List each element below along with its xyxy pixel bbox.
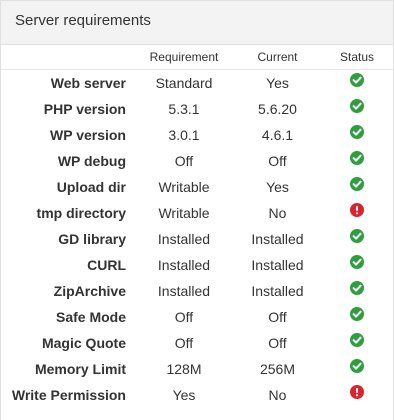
exclamation-circle-icon bbox=[350, 385, 364, 400]
status-cell bbox=[319, 70, 394, 97]
table-row: WP debug Off Off bbox=[1, 148, 394, 174]
status-cell bbox=[319, 382, 394, 408]
status-cell bbox=[319, 200, 394, 226]
current-value: Off bbox=[268, 335, 287, 351]
check-circle-icon bbox=[350, 151, 364, 166]
panel-title: Server requirements bbox=[1, 0, 393, 45]
table-row: tmp directory Writable No bbox=[1, 200, 394, 226]
requirement-value: Off bbox=[174, 309, 194, 325]
current-value: Yes bbox=[266, 75, 289, 91]
status-cell bbox=[319, 356, 394, 382]
requirements-table: Requirement Current Status Web server Sta… bbox=[1, 45, 394, 408]
check-circle-icon bbox=[350, 359, 364, 374]
row-label: tmp directory bbox=[36, 205, 126, 221]
requirements-rows: Web server Standard Yes PHP version 5.3.1 5.6… bbox=[1, 70, 394, 409]
current-value: Installed bbox=[251, 283, 304, 299]
requirement-value: Installed bbox=[157, 283, 211, 299]
status-cell bbox=[319, 304, 394, 330]
check-circle-icon bbox=[350, 281, 364, 296]
check-circle-icon bbox=[350, 229, 364, 244]
current-value: 5.6.20 bbox=[258, 101, 297, 117]
current-value: 256M bbox=[259, 361, 296, 377]
status-cell bbox=[319, 278, 394, 304]
check-circle-icon bbox=[350, 99, 364, 114]
requirement-value: Off bbox=[174, 335, 194, 351]
row-label: Write Permission bbox=[11, 387, 126, 403]
table-row: Write Permission Yes No bbox=[1, 382, 394, 408]
status-cell bbox=[319, 174, 394, 200]
requirement-value: Yes bbox=[172, 387, 196, 403]
table-row: Memory Limit 128M 256M bbox=[1, 356, 394, 382]
row-label: PHP version bbox=[43, 101, 126, 117]
requirement-value: Writable bbox=[158, 205, 210, 221]
row-label: CURL bbox=[87, 257, 126, 273]
column-header-label bbox=[1, 45, 132, 70]
requirement-value: 3.0.1 bbox=[168, 127, 200, 143]
table-row: Safe Mode Off Off bbox=[1, 304, 394, 330]
table-header-row: Requirement Current Status bbox=[1, 45, 394, 70]
exclamation-circle-icon bbox=[350, 203, 364, 218]
check-circle-icon bbox=[350, 73, 364, 88]
check-circle-icon bbox=[350, 125, 364, 140]
status-cell bbox=[319, 226, 394, 252]
check-circle-icon bbox=[350, 177, 364, 192]
requirement-value: Installed bbox=[157, 257, 211, 273]
row-label: Memory Limit bbox=[34, 361, 126, 377]
row-label: GD library bbox=[58, 231, 126, 247]
status-cell bbox=[319, 96, 394, 122]
table-row: Upload dir Writable Yes bbox=[1, 174, 394, 200]
current-value: 4.6.1 bbox=[261, 127, 294, 143]
current-value: Off bbox=[268, 153, 287, 169]
status-cell bbox=[319, 330, 394, 356]
column-header-status: Status bbox=[319, 45, 394, 70]
table-row: PHP version 5.3.1 5.6.20 bbox=[1, 96, 394, 122]
table-row: Magic Quote Off Off bbox=[1, 330, 394, 356]
current-value: Installed bbox=[251, 257, 304, 273]
current-value: No bbox=[268, 387, 287, 403]
check-circle-icon bbox=[350, 255, 364, 270]
requirement-value: Standard bbox=[155, 75, 213, 91]
table-row: ZipArchive Installed Installed bbox=[1, 278, 394, 304]
row-label: Magic Quote bbox=[41, 335, 126, 351]
requirement-value: Off bbox=[174, 153, 194, 169]
table-row: WP version 3.0.1 4.6.1 bbox=[1, 122, 394, 148]
requirement-value: 5.3.1 bbox=[168, 101, 200, 117]
requirement-value: Writable bbox=[158, 179, 210, 195]
server-requirements-panel: Server requirements Requirement Current … bbox=[0, 0, 394, 420]
current-value: Installed bbox=[251, 231, 304, 247]
requirement-value: 128M bbox=[166, 361, 202, 377]
column-header-requirement: Requirement bbox=[132, 45, 236, 70]
current-value: Off bbox=[268, 309, 287, 325]
status-cell bbox=[319, 148, 394, 174]
row-label: Upload dir bbox=[56, 179, 126, 195]
check-circle-icon bbox=[350, 333, 364, 348]
current-value: Yes bbox=[266, 179, 289, 195]
status-cell bbox=[319, 122, 394, 148]
table-row: Web server Standard Yes bbox=[1, 70, 394, 97]
row-label: Safe Mode bbox=[55, 309, 126, 325]
table-row: GD library Installed Installed bbox=[1, 226, 394, 252]
current-value: No bbox=[268, 205, 287, 221]
check-circle-icon bbox=[350, 307, 364, 322]
table-row: CURL Installed Installed bbox=[1, 252, 394, 278]
row-label: WP version bbox=[50, 127, 126, 143]
requirement-value: Installed bbox=[157, 231, 211, 247]
row-label: WP debug bbox=[57, 153, 126, 169]
row-label: ZipArchive bbox=[53, 283, 126, 299]
status-cell bbox=[319, 252, 394, 278]
column-header-current: Current bbox=[236, 45, 319, 70]
row-label: Web server bbox=[50, 75, 126, 91]
